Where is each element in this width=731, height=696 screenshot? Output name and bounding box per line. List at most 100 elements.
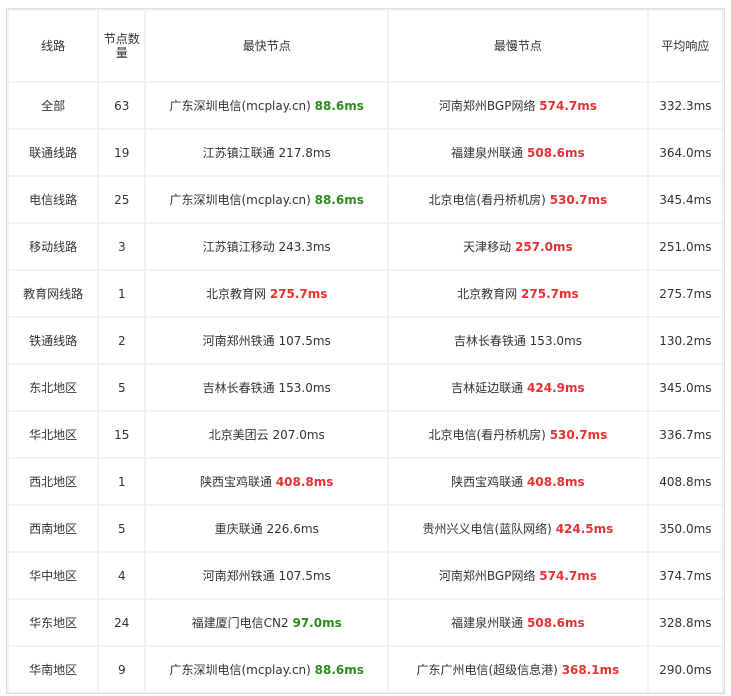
fastest-node-name: 陕西宝鸡联通 [199,474,272,489]
fastest-node-time: 153.0ms [278,380,331,395]
header-average-response: 平均响应 [648,11,722,81]
cell-slowest-node: 吉林延边联通 424.9ms [389,365,647,410]
fastest-node-name: 广东深圳电信(mcplay.cn) [169,662,311,677]
slowest-node-name: 福建泉州联通 [451,615,524,630]
table-row: 华南地区 9 广东深圳电信(mcplay.cn) 88.6ms 广东广州电信(超级信息… [9,647,722,692]
slowest-node-name: 天津移动 [463,239,512,254]
slowest-node-name: 北京教育网 [457,286,518,301]
fastest-node-time: 107.5ms [278,568,331,583]
slowest-node-time: 508.6ms [527,615,585,630]
cell-node-count: 1 [99,271,145,316]
cell-slowest-node: 福建泉州联通 508.6ms [389,130,647,175]
fastest-node-name: 江苏镇江移动 [202,239,275,254]
slowest-node-time: 530.7ms [549,192,608,207]
table-row: 教育网线路 1 北京教育网 275.7ms 北京教育网 275.7ms 275.7ms [9,271,722,316]
fastest-node-time: 275.7ms [269,286,328,301]
slowest-node-name: 贵州兴义电信(蓝队网络) [422,521,552,536]
slowest-node-time: 424.9ms [527,380,585,395]
fastest-node-time: 243.3ms [278,239,331,254]
results-table-container: 线路 节点数量 最快节点 最慢节点 平均响应 全部 63 广东深圳电信(mcplay… [6,8,725,694]
table-row: 华东地区 24 福建厦门电信CN2 97.0ms 福建泉州联通 508.6ms 328.… [9,600,722,645]
cell-line: 华东地区 [9,600,98,645]
cell-node-count: 9 [99,647,145,692]
cell-node-count: 25 [99,177,145,222]
cell-fastest-node: 江苏镇江移动 243.3ms [146,224,388,269]
cell-slowest-node: 北京电信(看丹桥机房) 530.7ms [389,177,647,222]
table-row: 西南地区 5 重庆联通 226.6ms 贵州兴义电信(蓝队网络) 424.5ms 350… [9,506,722,551]
fastest-node-time: 88.6ms [314,192,364,207]
table-row: 移动线路 3 江苏镇江移动 243.3ms 天津移动 257.0ms 251.0ms [9,224,722,269]
fastest-node-name: 广东深圳电信(mcplay.cn) [169,192,311,207]
slowest-node-name: 河南郑州BGP网络 [438,98,536,113]
cell-fastest-node: 广东深圳电信(mcplay.cn) 88.6ms [146,177,388,222]
cell-line: 西南地区 [9,506,98,551]
header-node-count: 节点数量 [99,11,145,81]
cell-average-response: 345.0ms [648,365,722,410]
cell-fastest-node: 广东深圳电信(mcplay.cn) 88.6ms [146,647,388,692]
fastest-node-time: 97.0ms [292,615,342,630]
slowest-node-name: 北京电信(看丹桥机房) [428,427,546,442]
slowest-node-time: 530.7ms [549,427,608,442]
cell-line: 东北地区 [9,365,98,410]
cell-average-response: 345.4ms [648,177,722,222]
cell-fastest-node: 北京美团云 207.0ms [146,412,388,457]
cell-fastest-node: 河南郑州铁通 107.5ms [146,553,388,598]
cell-node-count: 4 [99,553,145,598]
cell-fastest-node: 福建厦门电信CN2 97.0ms [146,600,388,645]
table-body: 全部 63 广东深圳电信(mcplay.cn) 88.6ms 河南郑州BGP网络 57… [9,83,722,692]
fastest-node-time: 88.6ms [314,662,364,677]
table-row: 西北地区 1 陕西宝鸡联通 408.8ms 陕西宝鸡联通 408.8ms 408.8ms [9,459,722,504]
cell-slowest-node: 贵州兴义电信(蓝队网络) 424.5ms [389,506,647,551]
fastest-node-name: 江苏镇江联通 [202,145,275,160]
fastest-node-name: 广东深圳电信(mcplay.cn) [169,98,311,113]
slowest-node-time: 153.0ms [529,333,582,348]
cell-fastest-node: 陕西宝鸡联通 408.8ms [146,459,388,504]
table-row: 全部 63 广东深圳电信(mcplay.cn) 88.6ms 河南郑州BGP网络 57… [9,83,722,128]
cell-average-response: 364.0ms [648,130,722,175]
cell-slowest-node: 北京教育网 275.7ms [389,271,647,316]
cell-line: 华南地区 [9,647,98,692]
cell-node-count: 1 [99,459,145,504]
cell-node-count: 5 [99,506,145,551]
cell-average-response: 251.0ms [648,224,722,269]
fastest-node-name: 河南郑州铁通 [202,568,275,583]
cell-node-count: 63 [99,83,145,128]
results-table: 线路 节点数量 最快节点 最慢节点 平均响应 全部 63 广东深圳电信(mcplay… [7,9,724,694]
cell-slowest-node: 天津移动 257.0ms [389,224,647,269]
slowest-node-name: 吉林长春铁通 [453,333,526,348]
cell-average-response: 130.2ms [648,318,722,363]
fastest-node-time: 408.8ms [275,474,334,489]
cell-node-count: 24 [99,600,145,645]
fastest-node-time: 88.6ms [314,98,364,113]
header-slowest-node: 最慢节点 [389,11,647,81]
fastest-node-name: 重庆联通 [214,521,263,536]
cell-line: 移动线路 [9,224,98,269]
cell-slowest-node: 河南郑州BGP网络 574.7ms [389,83,647,128]
cell-fastest-node: 重庆联通 226.6ms [146,506,388,551]
table-row: 联通线路 19 江苏镇江联通 217.8ms 福建泉州联通 508.6ms 364.0m… [9,130,722,175]
cell-line: 华中地区 [9,553,98,598]
fastest-node-name: 北京美团云 [208,427,269,442]
fastest-node-time: 226.6ms [266,521,319,536]
cell-line: 西北地区 [9,459,98,504]
slowest-node-time: 508.6ms [527,145,585,160]
cell-line: 电信线路 [9,177,98,222]
cell-average-response: 374.7ms [648,553,722,598]
cell-slowest-node: 福建泉州联通 508.6ms [389,600,647,645]
table-row: 华北地区 15 北京美团云 207.0ms 北京电信(看丹桥机房) 530.7ms 33… [9,412,722,457]
cell-line: 联通线路 [9,130,98,175]
cell-node-count: 15 [99,412,145,457]
cell-line: 铁通线路 [9,318,98,363]
cell-slowest-node: 河南郑州BGP网络 574.7ms [389,553,647,598]
fastest-node-time: 217.8ms [278,145,331,160]
fastest-node-time: 207.0ms [272,427,325,442]
cell-slowest-node: 吉林长春铁通 153.0ms [389,318,647,363]
fastest-node-name: 北京教育网 [205,286,266,301]
table-row: 东北地区 5 吉林长春铁通 153.0ms 吉林延边联通 424.9ms 345.0ms [9,365,722,410]
cell-average-response: 290.0ms [648,647,722,692]
cell-line: 全部 [9,83,98,128]
cell-fastest-node: 河南郑州铁通 107.5ms [146,318,388,363]
cell-average-response: 332.3ms [648,83,722,128]
header-line: 线路 [9,11,98,81]
slowest-node-name: 吉林延边联通 [451,380,524,395]
